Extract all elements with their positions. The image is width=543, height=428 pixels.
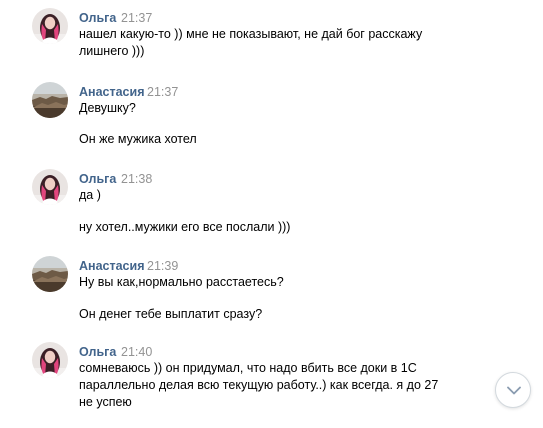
avatar-photo-woman [32, 342, 68, 378]
message-text: Он денег тебе выплатит сразу? [79, 307, 263, 321]
message-text: Ну вы как,нормально расстаетесь? [79, 275, 284, 289]
message-text: да ) [79, 188, 101, 202]
message-time[interactable]: 21:40 [121, 345, 152, 359]
message-text: Девушку? [79, 101, 136, 115]
avatar-photo-woman [32, 169, 68, 205]
avatar[interactable] [32, 169, 68, 205]
message-time[interactable]: 21:37 [147, 85, 178, 99]
author-name[interactable]: Ольга [79, 11, 116, 25]
message-text: Он же мужика хотел [79, 132, 197, 146]
message-text: не успею [79, 395, 132, 409]
avatar[interactable] [32, 256, 68, 292]
avatar[interactable] [32, 8, 68, 44]
avatar-photo-woman [32, 8, 68, 44]
message-time[interactable]: 21:37 [121, 11, 152, 25]
avatar[interactable] [32, 82, 68, 118]
avatar-photo-landscape [32, 82, 68, 118]
chat-history: Ольга 21:37 нашел какую-то )) мне не пок… [0, 0, 543, 428]
avatar[interactable] [32, 342, 68, 378]
message-text: лишнего ))) [79, 44, 145, 58]
message-text: параллельно делая всю текущую работу..) … [79, 378, 439, 392]
author-name[interactable]: Ольга [79, 345, 116, 359]
message-text: ну хотел..мужики его все послали ))) [79, 220, 291, 234]
author-name[interactable]: Ольга [79, 172, 116, 186]
chevron-down-icon [507, 386, 521, 395]
message-text: сомневаюсь )) он придумал, что надо вбит… [79, 361, 417, 375]
scroll-to-bottom-button[interactable] [495, 372, 531, 408]
message-time[interactable]: 21:39 [147, 259, 178, 273]
message-time[interactable]: 21:38 [121, 172, 152, 186]
author-name[interactable]: Анастасия [79, 259, 145, 273]
avatar-photo-landscape [32, 256, 68, 292]
message-text: нашел какую-то )) мне не показывают, не … [79, 27, 423, 41]
author-name[interactable]: Анастасия [79, 85, 145, 99]
